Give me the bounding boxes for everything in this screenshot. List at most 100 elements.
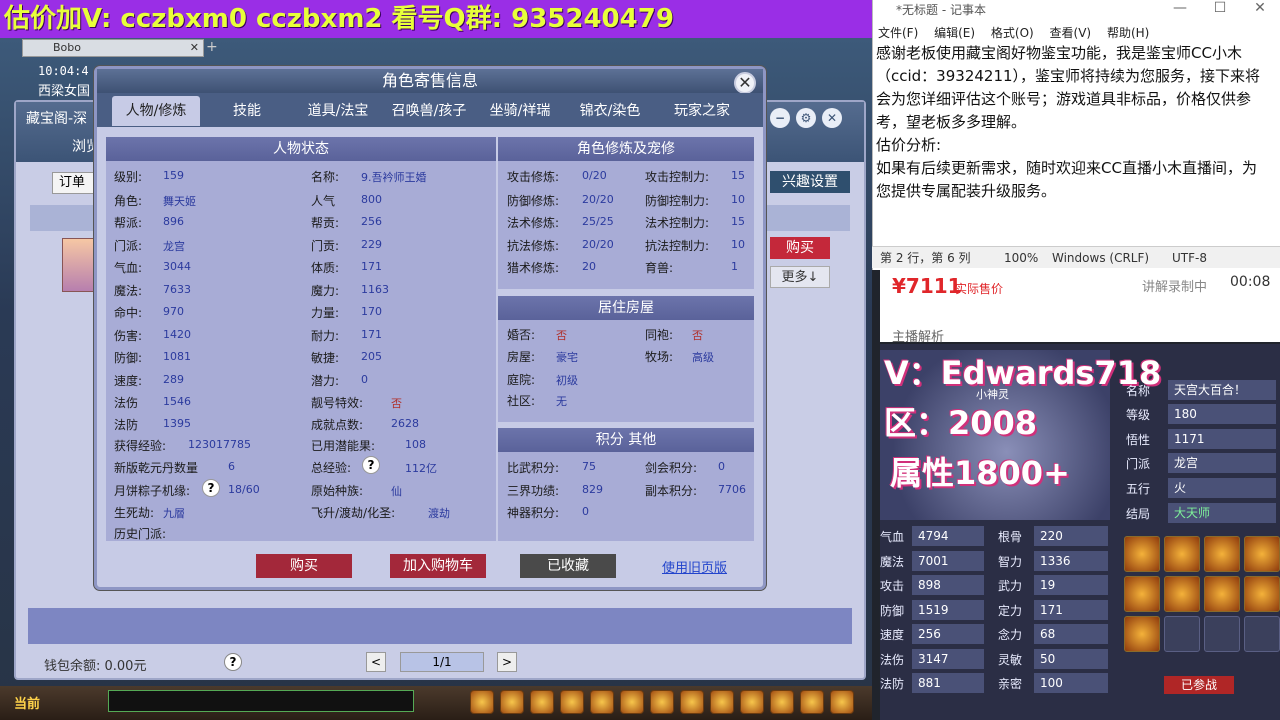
card-stat-label: 魔法 <box>880 555 905 569</box>
stat-value: 1546 <box>163 395 191 408</box>
menu-file[interactable]: 文件(F) <box>878 26 918 40</box>
more-button[interactable]: 更多↓ <box>770 266 830 288</box>
maximize-icon[interactable]: ☐ <box>1200 0 1240 16</box>
equipment-slot[interactable] <box>1204 536 1240 572</box>
hotbar-slot[interactable] <box>470 690 494 714</box>
stat-label: 新版乾元丹数量 <box>114 461 199 475</box>
cultivation-value: 10 <box>731 238 745 251</box>
cultivation-label: 抗法控制力: <box>645 239 710 253</box>
menu-help[interactable]: 帮助(H) <box>1107 26 1149 40</box>
hotbar-slot[interactable] <box>710 690 734 714</box>
tab-home[interactable]: 玩家之家 <box>662 96 742 126</box>
help-icon[interactable]: ? <box>202 479 220 497</box>
card-field-value: 1171 <box>1168 429 1276 449</box>
pager-next-button[interactable]: > <box>497 652 517 672</box>
stat-value: 7633 <box>163 283 191 296</box>
hotbar-slot[interactable] <box>770 690 794 714</box>
score-value: 0 <box>718 460 725 473</box>
card-stat-label: 法防 <box>880 677 905 691</box>
card-stat-label: 速度 <box>880 628 905 642</box>
score-label: 神器积分: <box>507 506 560 520</box>
hotbar-slot[interactable] <box>650 690 674 714</box>
menu-view[interactable]: 查看(V) <box>1050 26 1092 40</box>
game-clock: 10:04:4 <box>38 64 89 78</box>
hotbar-slot[interactable] <box>590 690 614 714</box>
hotbar-slot[interactable] <box>800 690 824 714</box>
house-label: 婚否: <box>507 328 536 342</box>
equipment-slot[interactable] <box>1124 576 1160 612</box>
hotbar-slot[interactable] <box>560 690 584 714</box>
interest-settings-button[interactable]: 兴趣设置 <box>770 171 850 193</box>
card-stat-value: 881 <box>912 673 984 693</box>
minimize-icon[interactable]: — <box>1160 0 1200 16</box>
tab-mounts[interactable]: 坐骑/祥瑞 <box>478 96 562 126</box>
favorited-button[interactable]: 已收藏 <box>520 554 616 578</box>
cbg-window-controls: − ⚙ ✕ <box>770 108 848 128</box>
chat-input[interactable] <box>108 690 414 712</box>
notepad-text-area[interactable]: 感谢老板使用藏宝阁好物鉴宝功能，我是鉴宝师CC小木（ccid：39324211）… <box>876 42 1270 203</box>
house-label: 同袍: <box>645 328 674 342</box>
equipment-slot[interactable] <box>1124 536 1160 572</box>
equipment-slot[interactable] <box>1204 616 1240 652</box>
minimize-icon[interactable]: − <box>770 108 790 128</box>
hotbar-slot[interactable] <box>830 690 854 714</box>
wallet-balance: 钱包余额: 0.00元 <box>44 659 147 674</box>
hotbar-slot[interactable] <box>530 690 554 714</box>
close-icon[interactable]: ✕ <box>190 40 199 56</box>
stat-value: 舞天姬 <box>163 195 196 208</box>
help-icon[interactable]: ? <box>224 653 242 671</box>
tab-skills[interactable]: 技能 <box>218 96 276 126</box>
stat-label: 靓号特效: <box>311 396 364 410</box>
equipment-slot[interactable] <box>1124 616 1160 652</box>
equipment-slot[interactable] <box>1244 576 1280 612</box>
stat-value: 1081 <box>163 350 191 363</box>
close-icon[interactable]: ✕ <box>822 108 842 128</box>
equipment-slot[interactable] <box>1164 576 1200 612</box>
character-avatar[interactable] <box>62 238 98 292</box>
stat-label: 原始种族: <box>311 484 364 498</box>
hotbar-slot[interactable] <box>500 690 524 714</box>
browser-tab[interactable]: Bobo ✕ <box>22 39 204 57</box>
stat-label: 飞升/渡劫/化圣: <box>311 506 396 520</box>
close-icon[interactable]: ✕ <box>734 72 756 94</box>
stat-value: 171 <box>361 328 382 341</box>
new-tab-icon[interactable]: + <box>206 39 218 55</box>
equipment-slot[interactable] <box>1244 536 1280 572</box>
stat-value: 渡劫 <box>428 507 450 520</box>
encoding: UTF-8 <box>1172 251 1207 265</box>
equipment-slot[interactable] <box>1164 616 1200 652</box>
cultivation-label: 防御控制力: <box>645 194 710 208</box>
stat-label: 敏捷: <box>311 351 340 365</box>
status-panel-heading: 人物状态 <box>106 137 496 161</box>
old-version-link[interactable]: 使用旧页版 <box>662 557 727 576</box>
stat-label: 耐力: <box>311 329 340 343</box>
card-stat-value: 3147 <box>912 649 984 669</box>
tab-outfits[interactable]: 锦衣/染色 <box>568 96 652 126</box>
stat-label: 魔力: <box>311 284 340 298</box>
hotbar-slot[interactable] <box>680 690 704 714</box>
card-field-value: 大天师 <box>1168 503 1276 523</box>
add-to-cart-button[interactable]: 加入购物车 <box>390 554 486 578</box>
buy-button[interactable]: 购买 <box>256 554 352 578</box>
overlay-attribute: 属性1800+ <box>890 454 1070 492</box>
equipment-slot[interactable] <box>1204 576 1240 612</box>
stat-label: 生死劫: <box>114 506 155 520</box>
close-icon[interactable]: ✕ <box>1240 0 1280 16</box>
menu-format[interactable]: 格式(O) <box>991 26 1034 40</box>
equipment-slot[interactable] <box>1244 616 1280 652</box>
hotbar-slot[interactable] <box>740 690 764 714</box>
equipment-slot[interactable] <box>1164 536 1200 572</box>
tab-pets[interactable]: 召唤兽/孩子 <box>384 96 474 126</box>
tab-character[interactable]: 人物/修炼 <box>112 96 200 126</box>
in-battle-button[interactable]: 已参战 <box>1164 676 1234 694</box>
pager-prev-button[interactable]: < <box>366 652 386 672</box>
settings-icon[interactable]: ⚙ <box>796 108 816 128</box>
stat-value: 256 <box>361 215 382 228</box>
tab-items[interactable]: 道具/法宝 <box>298 96 378 126</box>
hotbar-slot[interactable] <box>620 690 644 714</box>
menu-edit[interactable]: 编辑(E) <box>934 26 975 40</box>
buy-side-button[interactable]: 购买 <box>770 237 830 259</box>
cultivation-value: 15 <box>731 215 745 228</box>
chat-channel-label[interactable]: 当前 <box>14 693 40 712</box>
help-icon[interactable]: ? <box>362 456 380 474</box>
